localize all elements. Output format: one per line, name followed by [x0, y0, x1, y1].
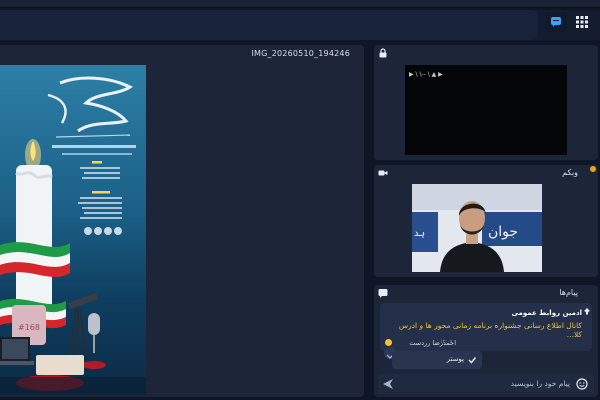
pinned-sender: ادمین روابط عمومی — [511, 309, 582, 317]
shared-content-panel: IMG_20260510_194246 #168 — [0, 45, 364, 397]
lock-icon — [379, 48, 387, 58]
reply-avatar — [385, 339, 392, 346]
messages-header: پیام‌ها — [374, 285, 598, 301]
screen-share-header — [374, 45, 598, 61]
webcam-video[interactable]: جوان ہد — [412, 184, 542, 272]
webcam-header: وبکم — [374, 165, 598, 181]
pinned-text: کانال اطلاع رسانی جشنواره برنامه زمانی م… — [398, 321, 582, 339]
grid-icon — [576, 16, 588, 28]
screen-share-panel: ▶ \ \-- \ ▲ ▶ — [374, 45, 598, 160]
webcam-panel: وبکم جوان ہد — [374, 165, 598, 277]
messages-title: پیام‌ها — [559, 288, 578, 297]
svg-text:جوان: جوان — [488, 224, 518, 240]
festival-poster-image: #168 — [0, 65, 146, 395]
apps-grid-button[interactable] — [572, 12, 592, 32]
chat-bubble-icon — [551, 17, 561, 27]
reply-arrow-icon — [468, 357, 477, 364]
toolbar — [0, 10, 600, 40]
emoji-icon[interactable] — [576, 378, 588, 390]
screen-share-overlay-text: ▶ \ \-- \ ▲ ▶ — [409, 71, 443, 78]
quoted-reply-label: پوستر — [446, 355, 464, 363]
chat-toggle-button[interactable] — [545, 12, 567, 32]
shared-file-name: IMG_20260510_194246 — [251, 49, 350, 58]
screen-share-video[interactable]: ▶ \ \-- \ ▲ ▶ — [405, 65, 567, 155]
classroom-app: IMG_20260510_194246 #168 ▶ \ \-- \ ▲ ▶ و… — [0, 0, 600, 400]
video-camera-icon — [378, 170, 388, 176]
reply-author: احمدرضا رردست — [409, 339, 456, 347]
messages-panel: پیام‌ها ادمین روابط عمومی کانال اطلاع رس… — [374, 285, 598, 397]
shared-content-header: IMG_20260510_194246 — [0, 45, 364, 63]
send-icon[interactable] — [382, 378, 394, 390]
top-strip — [0, 0, 600, 8]
status-dot — [590, 166, 596, 172]
message-input-placeholder: پیام خود را بنویسید — [510, 379, 570, 388]
message-icon — [378, 289, 388, 298]
pin-icon — [584, 308, 590, 315]
quoted-reply[interactable]: پوستر — [392, 351, 482, 369]
svg-text:#168: #168 — [18, 323, 40, 332]
webcam-title: وبکم — [562, 168, 578, 177]
message-input[interactable]: پیام خود را بنویسید — [378, 374, 594, 394]
toolbar-left-area — [0, 10, 538, 40]
svg-text:ہد: ہد — [414, 228, 425, 239]
